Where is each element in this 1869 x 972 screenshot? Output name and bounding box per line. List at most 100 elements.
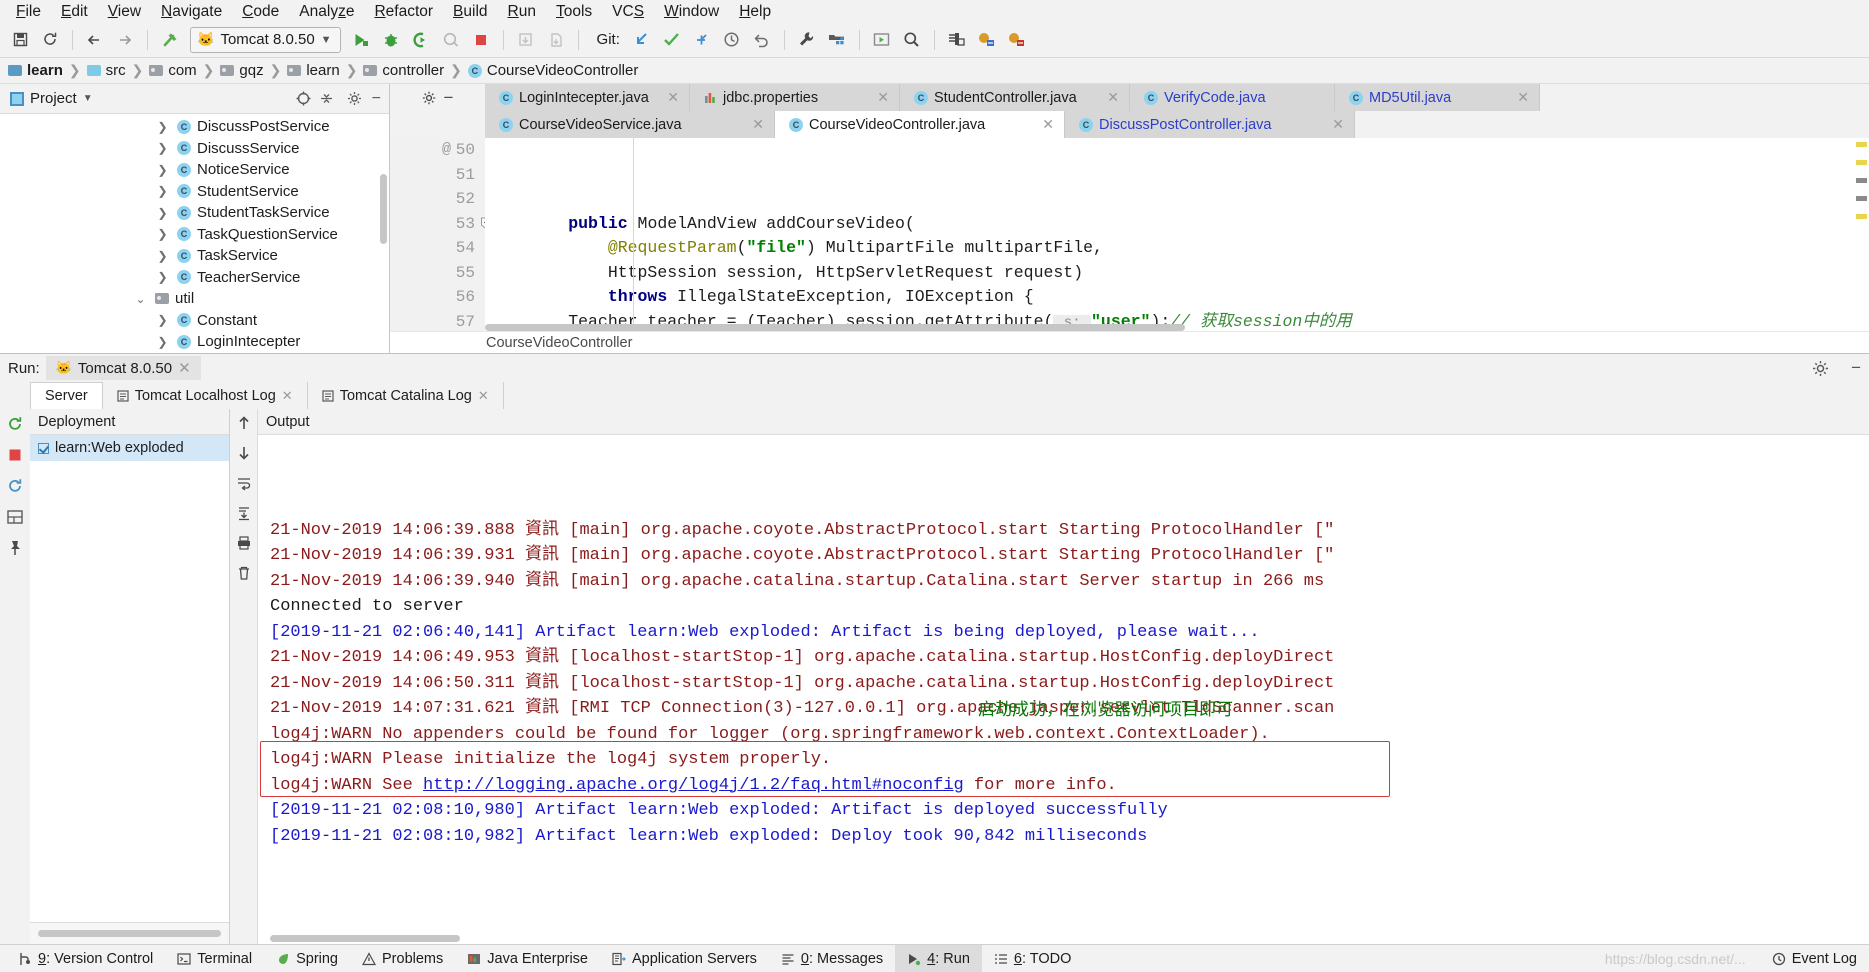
- code-line-51[interactable]: @RequestParam("file") MultipartFile mult…: [489, 236, 1869, 261]
- line-number-52[interactable]: 52: [390, 187, 485, 212]
- menu-item-navigate[interactable]: Navigate: [151, 2, 232, 22]
- chevron-right-icon[interactable]: ❯: [156, 270, 169, 284]
- chevron-right-icon[interactable]: ❯: [156, 227, 169, 241]
- menu-item-edit[interactable]: Edit: [51, 2, 98, 22]
- editor-scrollbar[interactable]: [1853, 138, 1869, 331]
- menu-item-tools[interactable]: Tools: [546, 2, 602, 22]
- line-number-56[interactable]: 56: [390, 285, 485, 310]
- editor-tab-jdbc-properties[interactable]: jdbc.properties ✕: [690, 84, 900, 111]
- status-bar-item-problems[interactable]: Problems: [350, 945, 455, 972]
- editor-hscrollbar[interactable]: [485, 324, 1853, 331]
- editor-tab-coursevideocontroller-java[interactable]: C CourseVideoController.java ✕: [775, 111, 1065, 138]
- breadcrumb-item-com[interactable]: com: [145, 62, 200, 79]
- soft-wrap-icon[interactable]: [236, 475, 252, 491]
- status-bar-item-java-enterprise[interactable]: Java Enterprise: [455, 945, 600, 972]
- project-structure-icon[interactable]: [823, 26, 851, 54]
- tree-node-loginintecepter[interactable]: ❯ C LoginIntecepter: [0, 331, 389, 353]
- restart-server-icon[interactable]: [6, 477, 24, 495]
- run-subtab-tomcat-catalina-log[interactable]: Tomcat Catalina Log ✕: [308, 382, 504, 409]
- chevron-down-icon[interactable]: ⌄: [134, 292, 147, 306]
- status-bar-item-application-servers[interactable]: Application Servers: [600, 945, 769, 972]
- chevron-right-icon[interactable]: ❯: [156, 206, 169, 220]
- breadcrumb-item-controller[interactable]: controller: [359, 62, 448, 79]
- collapse-all-icon[interactable]: [318, 90, 335, 107]
- line-number-51[interactable]: 51: [390, 163, 485, 188]
- breadcrumb-item-learn[interactable]: learn: [4, 62, 67, 79]
- debug-icon[interactable]: [377, 26, 405, 54]
- chevron-right-icon[interactable]: ❯: [156, 249, 169, 263]
- close-tab-icon[interactable]: ✕: [1042, 116, 1054, 133]
- breadcrumb-item-gqz[interactable]: gqz: [216, 62, 267, 79]
- line-number-55[interactable]: 55: [390, 261, 485, 286]
- git-update-icon[interactable]: [628, 26, 656, 54]
- tree-node-taskquestionservice[interactable]: ❯ C TaskQuestionService: [0, 224, 389, 246]
- status-bar-event-log[interactable]: Event Log: [1760, 945, 1869, 972]
- run-icon[interactable]: [347, 26, 375, 54]
- menu-item-file[interactable]: File: [6, 2, 51, 22]
- chevron-right-icon[interactable]: ❯: [156, 163, 169, 177]
- commit-icon[interactable]: [542, 26, 570, 54]
- project-tree-scrollbar[interactable]: [380, 174, 387, 244]
- editor-settings-gear-icon[interactable]: [422, 91, 436, 105]
- status-bar-item-version-control[interactable]: 9: Version Control: [6, 945, 165, 972]
- tree-node-taskservice[interactable]: ❯ C TaskService: [0, 245, 389, 267]
- status-bar-item-run[interactable]: 4: Run: [895, 944, 982, 972]
- forward-arrow-icon[interactable]: [111, 26, 139, 54]
- settings-wrench-icon[interactable]: [793, 26, 821, 54]
- chevron-right-icon[interactable]: ❯: [156, 120, 169, 134]
- database-icon[interactable]: [943, 26, 971, 54]
- run-configuration-selector[interactable]: 🐱 Tomcat 8.0.50 ▼: [190, 26, 341, 53]
- code-editor[interactable]: @50 51 52 53 54 55 56 57 public ModelAndView ad…: [390, 138, 1869, 331]
- menu-item-run[interactable]: Run: [498, 2, 546, 22]
- chevron-right-icon[interactable]: ❯: [156, 184, 169, 198]
- annotation-gutter-icon[interactable]: @: [442, 138, 451, 163]
- locate-target-icon[interactable]: [295, 90, 312, 107]
- pin-icon[interactable]: [6, 539, 24, 557]
- status-bar-item-todo[interactable]: 6: TODO: [982, 945, 1084, 972]
- chevron-right-icon[interactable]: ❯: [156, 141, 169, 155]
- close-tab-icon[interactable]: ✕: [1332, 116, 1344, 133]
- print-icon[interactable]: [236, 535, 252, 551]
- stop-icon[interactable]: [467, 26, 495, 54]
- status-bar-item-terminal[interactable]: Terminal: [165, 945, 264, 972]
- editor-tab-verifycode-java[interactable]: C VerifyCode.java: [1130, 84, 1335, 111]
- menu-item-help[interactable]: Help: [729, 2, 781, 22]
- tree-node-discusspostservice[interactable]: ❯ C DiscussPostService: [0, 116, 389, 138]
- chevron-down-icon[interactable]: ▼: [83, 93, 93, 104]
- run-with-coverage-icon[interactable]: [407, 26, 435, 54]
- editor-tab-discusspostcontroller-java[interactable]: C DiscussPostController.java ✕: [1065, 111, 1355, 138]
- git-commit-check-icon[interactable]: [658, 26, 686, 54]
- menu-item-code[interactable]: Code: [232, 2, 289, 22]
- code-line-52[interactable]: HttpSession session, HttpServletRequest …: [489, 261, 1869, 286]
- breadcrumb-item-learn[interactable]: learn: [283, 62, 343, 79]
- editor-tab-md5util-java[interactable]: C MD5Util.java ✕: [1335, 84, 1540, 111]
- code-line-50[interactable]: public ModelAndView addCourseVideo(: [489, 212, 1869, 237]
- close-tab-icon[interactable]: ✕: [1517, 89, 1529, 106]
- close-tab-icon[interactable]: ✕: [752, 116, 764, 133]
- project-settings-gear-icon[interactable]: [341, 91, 362, 106]
- tree-node-noticeservice[interactable]: ❯ C NoticeService: [0, 159, 389, 181]
- tree-node-studenttaskservice[interactable]: ❯ C StudentTaskService: [0, 202, 389, 224]
- deployment-item[interactable]: learn:Web exploded: [30, 435, 229, 461]
- menu-item-refactor[interactable]: Refactor: [364, 2, 443, 22]
- run-config-tab[interactable]: 🐱 Tomcat 8.0.50 ✕: [45, 356, 201, 380]
- layout-icon[interactable]: [6, 508, 24, 526]
- up-arrow-icon[interactable]: [236, 415, 252, 431]
- close-tab-icon[interactable]: ✕: [667, 89, 679, 106]
- hide-run-window-icon[interactable]: −: [1843, 358, 1869, 378]
- line-number-54[interactable]: 54: [390, 236, 485, 261]
- back-arrow-icon[interactable]: [81, 26, 109, 54]
- close-tab-icon[interactable]: ✕: [1107, 89, 1119, 106]
- breadcrumb-item-coursevideocontroller[interactable]: C CourseVideoController: [464, 62, 642, 79]
- menu-item-view[interactable]: View: [98, 2, 151, 22]
- down-arrow-icon[interactable]: [236, 445, 252, 461]
- menu-item-window[interactable]: Window: [654, 2, 729, 22]
- tomcat-deploy-alt-icon[interactable]: [1003, 26, 1031, 54]
- editor-tab-studentcontroller-java[interactable]: C StudentController.java ✕: [900, 84, 1130, 111]
- close-icon[interactable]: ✕: [178, 359, 191, 377]
- code-content[interactable]: public ModelAndView addCourseVideo( @Req…: [485, 138, 1869, 331]
- line-number-57[interactable]: 57: [390, 310, 485, 332]
- hide-panel-icon[interactable]: −: [368, 90, 381, 106]
- run-subtab-tomcat-localhost-log[interactable]: Tomcat Localhost Log ✕: [103, 382, 308, 409]
- search-everywhere-icon[interactable]: [898, 26, 926, 54]
